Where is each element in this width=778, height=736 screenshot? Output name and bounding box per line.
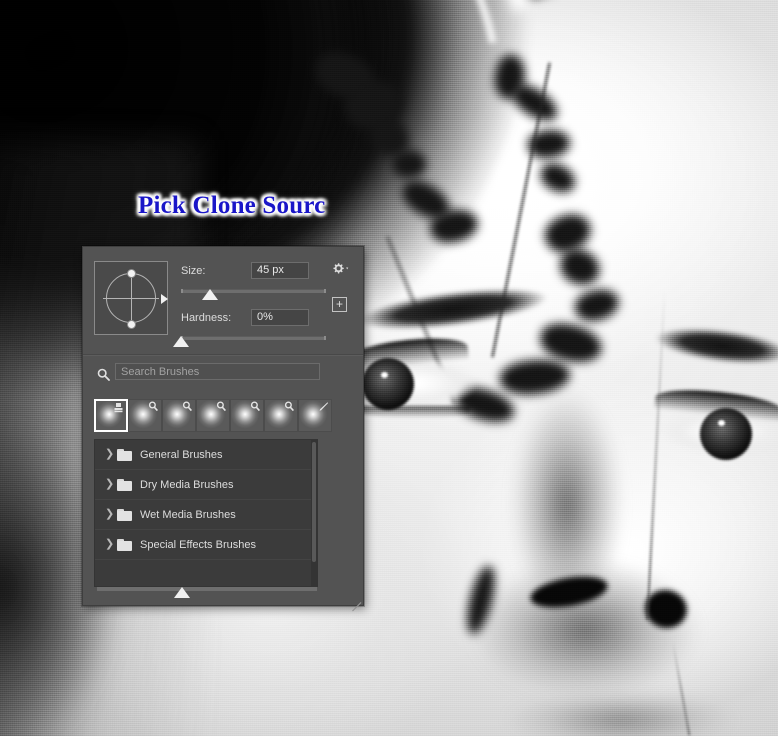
brush-settings-panel[interactable]: Size: 45 px Hardness: 0% + Search Brushe… [82,246,364,612]
folder-icon [117,448,132,461]
chevron-right-icon[interactable]: ❯ [105,509,117,520]
size-label: Size: [181,265,206,277]
size-value-field[interactable]: 45 px [251,262,309,279]
brush-folder-label: Dry Media Brushes [140,478,234,491]
brush-folder-label: General Brushes [140,448,223,461]
hardness-slider-track[interactable] [181,336,326,340]
airbrush-icon [284,401,295,412]
brush-preset-5[interactable] [230,399,264,432]
panel-divider-1 [83,354,363,356]
brush-preset-strip[interactable] [94,399,332,432]
size-track-cap-left [181,289,183,293]
chevron-right-icon[interactable]: ❯ [105,539,117,550]
brush-preset-1[interactable] [94,399,128,432]
search-icon [97,368,110,384]
brush-folder-row[interactable]: ❯ General Brushes [95,440,317,470]
brush-folder-label: Wet Media Brushes [140,508,236,521]
right-triangle-icon[interactable] [161,294,168,304]
folder-icon [117,478,132,491]
brush-tip-shape-preview[interactable] [94,261,168,335]
brush-folder-label: Special Effects Brushes [140,538,256,551]
brush-preset-3[interactable] [162,399,196,432]
hardness-track-cap-right [324,336,326,340]
airbrush-icon [250,401,261,412]
size-track-cap-right [324,289,326,293]
gear-icon[interactable] [330,261,352,277]
thumbnail-size-slider-handle[interactable] [174,587,190,598]
scrollbar-thumb[interactable] [312,442,316,562]
brush-preset-6[interactable] [264,399,298,432]
airbrush-icon [148,401,159,412]
folder-icon [117,538,132,551]
thumbnail-size-slider-track[interactable] [97,587,317,591]
brush-folder-row[interactable]: ❯ Dry Media Brushes [95,470,317,500]
brush-search-row [83,363,363,389]
brush-tip-crosshair-vertical [131,270,132,326]
hardness-label: Hardness: [181,312,232,324]
airbrush-icon [216,401,227,412]
airbrush-icon [182,401,193,412]
annotation-label: Pick Clone Sourc [138,192,326,219]
pencil-icon [318,401,329,412]
hardness-value-field[interactable]: 0% [251,309,309,326]
plus-icon[interactable]: + [332,297,347,312]
brush-preset-2[interactable] [128,399,162,432]
brush-tip-handle-bottom[interactable] [127,320,136,329]
hardness-slider-handle[interactable] [173,336,189,347]
brush-preset-7[interactable] [298,399,332,432]
brush-folder-list[interactable]: ❯ General Brushes ❯ Dry Media Brushes ❯ Wet M… [94,439,318,587]
brush-folder-rows[interactable]: ❯ General Brushes ❯ Dry Media Brushes ❯ Wet M… [95,440,317,560]
brush-preset-4[interactable] [196,399,230,432]
screenshot-canvas: Pick Clone Sourc Size: 45 px Hardness: 0… [0,0,778,736]
size-slider-handle[interactable] [202,289,218,300]
brush-tip-handle-top[interactable] [127,269,136,278]
chevron-right-icon[interactable]: ❯ [105,479,117,490]
resize-grip-icon[interactable] [349,591,362,612]
folder-icon [117,508,132,521]
brush-folder-row[interactable]: ❯ Wet Media Brushes [95,500,317,530]
chevron-right-icon[interactable]: ❯ [105,449,117,460]
stamp-icon [113,402,124,413]
brush-list-scrollbar[interactable] [311,440,317,586]
search-input[interactable] [115,363,320,380]
brush-folder-row[interactable]: ❯ Special Effects Brushes [95,530,317,560]
